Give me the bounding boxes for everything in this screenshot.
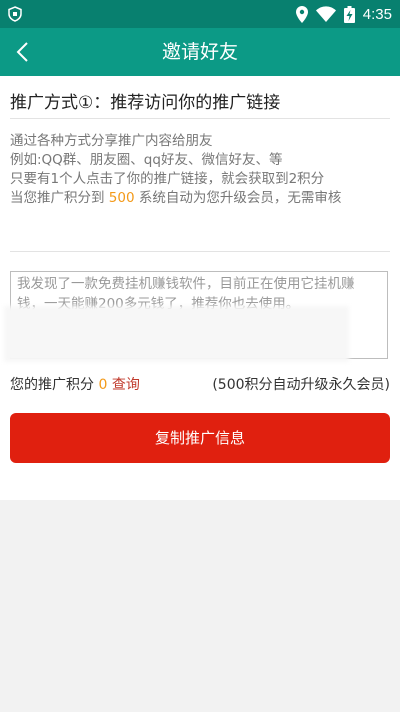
copy-promo-button[interactable]: 复制推广信息: [10, 413, 390, 463]
divider: [10, 251, 390, 252]
points-value: 0: [98, 377, 108, 393]
location-icon: [295, 5, 308, 23]
app-bar: 邀请好友: [0, 28, 400, 76]
description-line: 例如:QQ群、朋友圈、qq好友、微信好友、等: [10, 152, 283, 168]
upgrade-note: (500积分自动升级永久会员): [212, 377, 390, 393]
invite-content: 推广方式①：推荐访问你的推广链接 通过各种方式分享推广内容给朋友 例如:QQ群、…: [0, 76, 400, 500]
status-time: 4:35: [362, 5, 392, 23]
description-text: 当您推广积分到: [10, 190, 109, 206]
page-title: 邀请好友: [161, 41, 238, 63]
blurred-overlay: [4, 306, 349, 362]
wifi-icon: [315, 6, 336, 22]
points-label: 您的推广积分: [10, 377, 94, 393]
points-row: 您的推广积分 0 查询 (500积分自动升级永久会员): [10, 374, 390, 394]
shield-icon: [8, 6, 22, 22]
status-bar: 4:35: [0, 0, 400, 28]
divider: [10, 118, 390, 119]
description-line: 通过各种方式分享推广内容给朋友: [10, 133, 213, 149]
description-line: 只要有1个人点击了你的推广链接，就会获取到2积分: [10, 171, 325, 187]
points-threshold: 500: [108, 190, 135, 206]
status-icons: 4:35: [295, 4, 392, 24]
method-title: 推广方式①：推荐访问你的推广链接: [10, 93, 281, 113]
method-description: 通过各种方式分享推广内容给朋友 例如:QQ群、朋友圈、qq好友、微信好友、等 只…: [10, 132, 395, 208]
description-text: 系统自动为您升级会员，无需审核: [134, 190, 342, 206]
description-line: 当您推广积分到 500 系统自动为您升级会员，无需审核: [10, 189, 395, 208]
battery-charging-icon: [343, 5, 355, 23]
query-link[interactable]: 查询: [112, 377, 140, 393]
